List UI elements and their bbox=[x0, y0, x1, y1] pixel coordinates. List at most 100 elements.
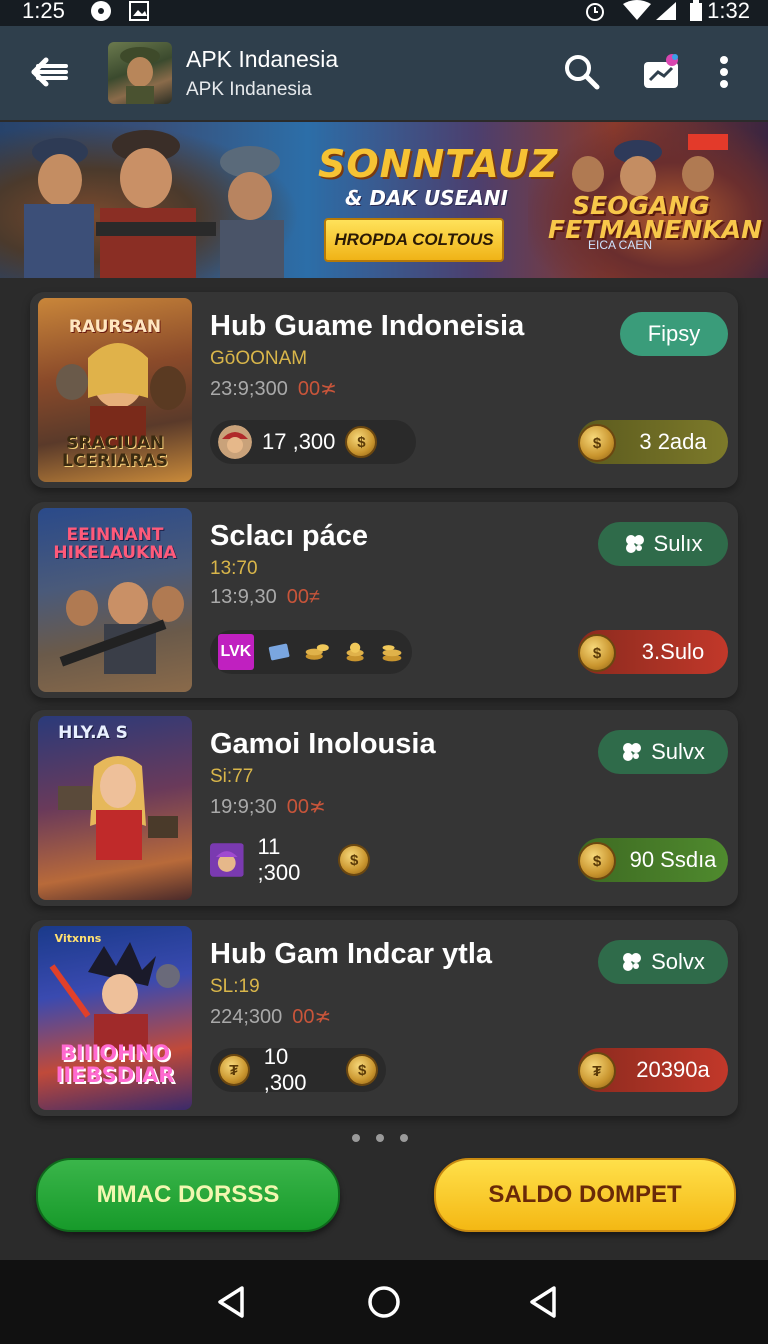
nav-back-icon[interactable] bbox=[214, 1284, 250, 1320]
game-stats-badge: 00≭ bbox=[286, 796, 326, 818]
banner-soldiers-left-image bbox=[0, 122, 300, 278]
wifi-icon bbox=[623, 0, 651, 20]
app-title: APK Indanesia bbox=[186, 46, 339, 72]
banner-title: SONNTAUZ bbox=[318, 142, 559, 186]
thumbnail-title: BIIIOHNO IIEBSDIAR bbox=[55, 1041, 175, 1087]
tag-label: Sulvx bbox=[651, 739, 705, 764]
game-stats-value: 224;300 bbox=[210, 1006, 283, 1028]
game-thumbnail: HLY.A S bbox=[38, 716, 192, 900]
stat-value: 17 ,300 bbox=[262, 429, 336, 454]
pagination-dot[interactable] bbox=[352, 1134, 360, 1142]
thumbnail-title: EEINNANT HIKELAUKNA bbox=[53, 525, 177, 563]
wallet-balance-button[interactable]: SALDO DOMPET bbox=[434, 1158, 736, 1232]
coin-stack-icon bbox=[346, 642, 364, 662]
thumbnail-title: HLY.A S bbox=[58, 723, 128, 743]
tag-button[interactable]: Sulvx bbox=[598, 730, 728, 774]
game-stats-badge: 00≠ bbox=[286, 586, 320, 608]
game-meta: Si:77 bbox=[210, 766, 254, 787]
stat-pill: LVK bbox=[210, 630, 412, 674]
coin-icon: $ bbox=[345, 426, 378, 458]
amount-button[interactable]: $ 3 2ada bbox=[578, 420, 728, 464]
game-title: Hub Guame Indoneisia bbox=[210, 310, 525, 342]
banner-right-title: SEOGANG FETMANENKAN bbox=[548, 193, 762, 242]
amount-button[interactable]: ₮ 20390a bbox=[578, 1048, 728, 1092]
coin-icon: ₮ bbox=[218, 1054, 250, 1086]
amount-button[interactable]: $ 90 Ssdıa bbox=[578, 838, 728, 882]
coin-icon: ₮ bbox=[578, 1052, 616, 1090]
stat-pill: 17 ,300 $ bbox=[210, 420, 416, 464]
nav-recents-icon[interactable] bbox=[526, 1284, 562, 1320]
coin-stack-icon bbox=[382, 645, 402, 662]
back-arrow-icon[interactable] bbox=[28, 52, 72, 92]
game-thumbnail: Vitxnns BIIIOHNO IIEBSDIAR bbox=[38, 926, 192, 1110]
status-bar: 1:25 1:32 bbox=[0, 0, 768, 26]
tag-button[interactable]: Solvx bbox=[598, 940, 728, 984]
amount-button[interactable]: $ 3.Sulo bbox=[578, 630, 728, 674]
game-title: Hub Gam Indcar ytla bbox=[210, 938, 493, 970]
pagination-dot[interactable] bbox=[400, 1134, 408, 1142]
player-avatar-icon bbox=[210, 843, 244, 877]
game-card[interactable]: Vitxnns BIIIOHNO IIEBSDIAR Hub Gam Indca… bbox=[30, 920, 738, 1116]
coin-icon: $ bbox=[578, 634, 616, 672]
banner-cta-button[interactable]: HROPDA COLTOUS bbox=[324, 218, 504, 262]
game-card[interactable]: HLY.A S Gamoi Inolousia Si:77 19:9;30 00≭… bbox=[30, 710, 738, 906]
signal-icon bbox=[656, 2, 676, 20]
game-stats-value: 13:9,30 bbox=[210, 586, 277, 608]
app-bar: APK Indanesia APK Indanesia bbox=[0, 26, 768, 120]
search-icon[interactable] bbox=[562, 52, 602, 92]
thumbnail-badge: Vitxnns bbox=[54, 932, 102, 945]
thumbnail-title: RAURSAN bbox=[68, 317, 162, 337]
more-vert-icon[interactable] bbox=[712, 52, 736, 92]
clover-icon bbox=[623, 743, 642, 761]
coin-icon: $ bbox=[578, 842, 616, 880]
game-meta: SL:19 bbox=[210, 976, 260, 997]
nav-home-icon[interactable] bbox=[366, 1284, 402, 1320]
alarm-icon bbox=[586, 3, 604, 21]
system-nav-bar bbox=[0, 1260, 768, 1344]
clover-icon bbox=[623, 953, 642, 971]
game-title: Sclacı páce bbox=[210, 520, 368, 552]
coin-icon: $ bbox=[338, 844, 370, 876]
pagination-dots bbox=[352, 1134, 408, 1142]
stat-value: 11 ;300 bbox=[257, 834, 301, 885]
game-card[interactable]: RAURSAN SRACIUAN LCERIARAS Hub Guame Ind… bbox=[30, 292, 738, 488]
game-stats-badge: 00≭ bbox=[297, 378, 337, 400]
banner-subtitle: & DAK USEANI bbox=[345, 186, 508, 210]
tag-button[interactable]: Fipsy bbox=[620, 312, 728, 356]
tag-label: Sulıx bbox=[653, 531, 703, 556]
game-card[interactable]: EEINNANT HIKELAUKNA Sclacı páce 13:70 13… bbox=[30, 502, 738, 698]
coin-icon: $ bbox=[578, 424, 616, 462]
pagination-dot[interactable] bbox=[376, 1134, 384, 1142]
promo-banner[interactable]: SONNTAUZ & DAK USEANI HROPDA COLTOUS SEO… bbox=[0, 122, 768, 278]
stat-pill: ₮ 10 ,300 $ bbox=[210, 1044, 386, 1095]
game-thumbnail: EEINNANT HIKELAUKNA bbox=[38, 508, 192, 692]
game-stats-value: 23:9;300 bbox=[210, 378, 288, 400]
game-meta: GōOONAM bbox=[210, 348, 308, 369]
stat-pill: 11 ;300 $ bbox=[210, 834, 378, 885]
game-stats: 19:9;30 00≭ bbox=[210, 794, 326, 819]
amount-value: 3 2ada bbox=[639, 429, 707, 454]
game-title: Gamoi Inolousia bbox=[210, 728, 436, 760]
status-time-right: 1:32 bbox=[707, 0, 750, 23]
status-time: 1:25 bbox=[22, 0, 65, 23]
amount-value: 3.Sulo bbox=[641, 639, 705, 664]
record-icon bbox=[91, 1, 111, 21]
clover-icon bbox=[625, 535, 644, 553]
image-icon bbox=[129, 1, 149, 21]
game-thumbnail: RAURSAN SRACIUAN LCERIARAS bbox=[38, 298, 192, 482]
wallet-icon[interactable] bbox=[642, 52, 682, 92]
game-stats: 224;300 00≭ bbox=[210, 1004, 331, 1029]
level-badge: LVK bbox=[218, 634, 254, 670]
banner-right-caption: EICA CAEN bbox=[588, 238, 653, 252]
primary-green-button[interactable]: MMAC DORSSS bbox=[36, 1158, 340, 1232]
game-stats: 23:9;300 00≭ bbox=[210, 376, 337, 401]
tag-button[interactable]: Sulıx bbox=[598, 522, 728, 566]
battery-icon bbox=[690, 0, 702, 21]
player-avatar-icon bbox=[218, 425, 252, 459]
amount-value: 90 Ssdıa bbox=[629, 847, 717, 872]
ticket-icon bbox=[268, 643, 290, 661]
app-subtitle: APK Indanesia bbox=[186, 79, 312, 100]
tag-label: Solvx bbox=[651, 949, 705, 974]
coin-icon: $ bbox=[346, 1054, 379, 1086]
amount-value: 20390a bbox=[636, 1057, 710, 1082]
